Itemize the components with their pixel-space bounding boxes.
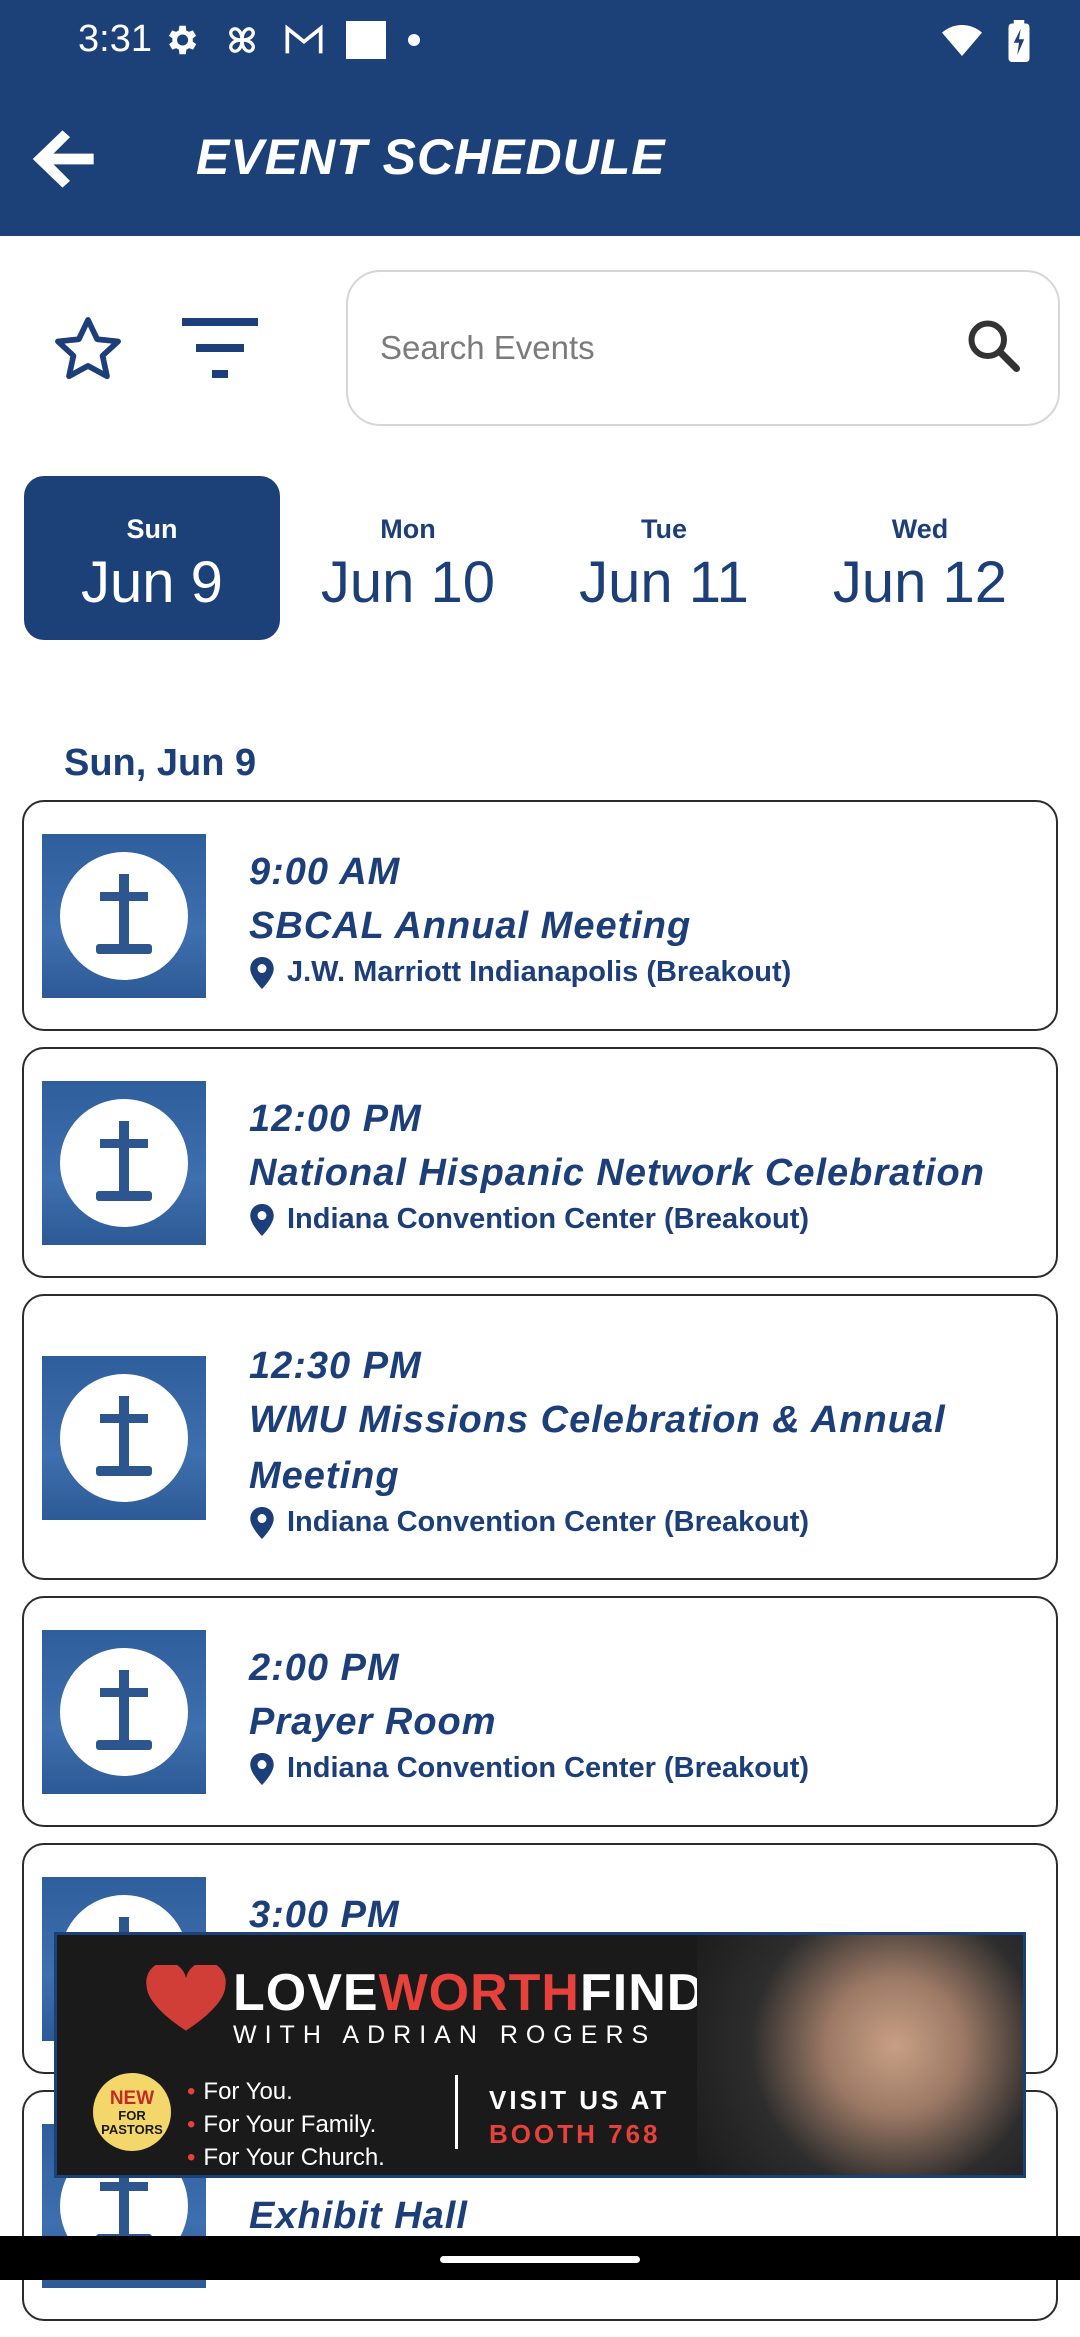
ad-brand-love: LOVE xyxy=(233,1964,379,2022)
ad-visit: VISIT US AT BOOTH 768 xyxy=(489,2083,669,2151)
app-bar: EVENT SCHEDULE xyxy=(0,86,1080,236)
day-tab-date: Jun 10 xyxy=(320,550,496,615)
event-card[interactable]: 9:00 AM SBCAL Annual Meeting J.W. Marrio… xyxy=(22,800,1058,1031)
day-tab-dow: Mon xyxy=(380,514,436,544)
event-thumbnail xyxy=(42,834,206,998)
day-tab-dow: Sun xyxy=(126,514,178,544)
event-title: SBCAL Annual Meeting xyxy=(249,905,692,947)
ad-visit-text: VISIT US AT xyxy=(489,2085,670,2115)
gear-icon xyxy=(168,25,197,55)
day-tab-date: Jun 12 xyxy=(832,550,1008,615)
pinwheel-icon xyxy=(229,27,255,53)
battery-charging-icon xyxy=(1008,20,1030,62)
event-location-text: Indiana Convention Center (Breakout) xyxy=(287,1752,810,1784)
ad-bullet: For You. xyxy=(203,2078,293,2105)
event-location: Indiana Convention Center (Breakout) xyxy=(249,1203,1026,1236)
heart-logo-icon xyxy=(146,1965,226,2031)
event-time: 2:00 PM xyxy=(249,1647,400,1689)
location-pin-icon xyxy=(250,1203,274,1236)
event-card[interactable]: 2:00 PM Prayer Room Indiana Convention C… xyxy=(22,1596,1058,1827)
event-card[interactable]: 12:00 PM National Hispanic Network Celeb… xyxy=(22,1047,1058,1278)
search-icon[interactable] xyxy=(964,316,1024,376)
status-bar: 3:31 xyxy=(0,0,1080,86)
wifi-icon xyxy=(942,25,982,56)
star-outline-icon[interactable] xyxy=(50,312,126,388)
ad-bullet: For Your Family. xyxy=(203,2111,377,2138)
day-tab-date: Jun 9 xyxy=(81,550,223,615)
location-pin-icon xyxy=(250,1752,274,1785)
location-pin-icon xyxy=(250,956,274,989)
ad-badge-pastors: PASTORS xyxy=(101,2122,163,2137)
back-arrow-icon[interactable] xyxy=(22,116,108,202)
event-thumbnail xyxy=(42,1630,206,1794)
event-location: J.W. Marriott Indianapolis (Breakout) xyxy=(249,956,1026,989)
day-tab-mon[interactable]: Mon Jun 10 xyxy=(280,476,536,640)
day-tab-sun[interactable]: Sun Jun 9 xyxy=(24,476,280,640)
ad-bullet: For Your Church. xyxy=(203,2144,385,2171)
event-location: Indiana Convention Center (Breakout) xyxy=(249,1506,1026,1539)
event-time: 12:30 PM xyxy=(249,1345,422,1387)
day-tab-dow: Wed xyxy=(891,514,949,544)
event-location-text: J.W. Marriott Indianapolis (Breakout) xyxy=(287,956,792,988)
event-title: Prayer Room xyxy=(249,1701,497,1743)
event-location: Indiana Convention Center (Breakout) xyxy=(249,1752,1026,1785)
ad-badge-new: NEW xyxy=(109,2088,155,2109)
event-title: National Hispanic Network Celebration xyxy=(249,1152,985,1194)
gmail-icon xyxy=(285,24,323,54)
status-time: 3:31 xyxy=(78,18,152,60)
page-title: EVENT SCHEDULE xyxy=(196,129,666,185)
event-thumbnail xyxy=(42,1356,206,1520)
event-location-text: Indiana Convention Center (Breakout) xyxy=(287,1506,810,1538)
ad-badge-for: FOR xyxy=(118,2108,146,2123)
home-gesture-handle[interactable] xyxy=(440,2256,640,2263)
day-tab-tue[interactable]: Tue Jun 11 xyxy=(536,476,792,640)
ad-booth-text: BOOTH 768 xyxy=(489,2119,661,2149)
event-title: WMU Missions Celebration & Annual Meetin… xyxy=(249,1399,946,1497)
day-tab-date: Jun 11 xyxy=(579,550,749,615)
event-card[interactable]: 12:30 PM WMU Missions Celebration & Annu… xyxy=(22,1294,1058,1580)
location-pin-icon xyxy=(250,1506,274,1539)
ad-new-badge: NEW FOR PASTORS xyxy=(93,2073,171,2151)
square-icon xyxy=(346,21,386,59)
ad-subtitle: WITH ADRIAN ROGERS xyxy=(233,2021,657,2049)
day-tabs: Sun Jun 9 Mon Jun 10 Tue Jun 11 Wed Jun … xyxy=(24,476,1064,642)
event-time: 12:00 PM xyxy=(249,1098,422,1140)
ad-speaker-photo xyxy=(697,1935,1023,2175)
ad-brand-worth: WORTH xyxy=(378,1964,580,2022)
search-box[interactable] xyxy=(346,270,1060,426)
search-input[interactable] xyxy=(378,312,942,384)
ad-bullets: • For You. • For Your Family. • For Your Ch… xyxy=(187,2078,385,2171)
event-time: 9:00 AM xyxy=(249,851,401,893)
ad-divider xyxy=(455,2075,458,2149)
filter-icon[interactable] xyxy=(182,318,258,378)
event-location-text: Indiana Convention Center (Breakout) xyxy=(287,1203,810,1235)
day-tab-wed[interactable]: Wed Jun 12 xyxy=(792,476,1048,640)
system-nav-bar xyxy=(0,2236,1080,2280)
day-tab-dow: Tue xyxy=(641,514,687,544)
ad-banner[interactable]: LOVEWORTHFINDING WITH ADRIAN ROGERS NEW … xyxy=(54,1932,1026,2178)
event-thumbnail xyxy=(42,1081,206,1245)
dot-icon xyxy=(408,34,420,46)
section-title: Sun, Jun 9 xyxy=(64,742,257,784)
